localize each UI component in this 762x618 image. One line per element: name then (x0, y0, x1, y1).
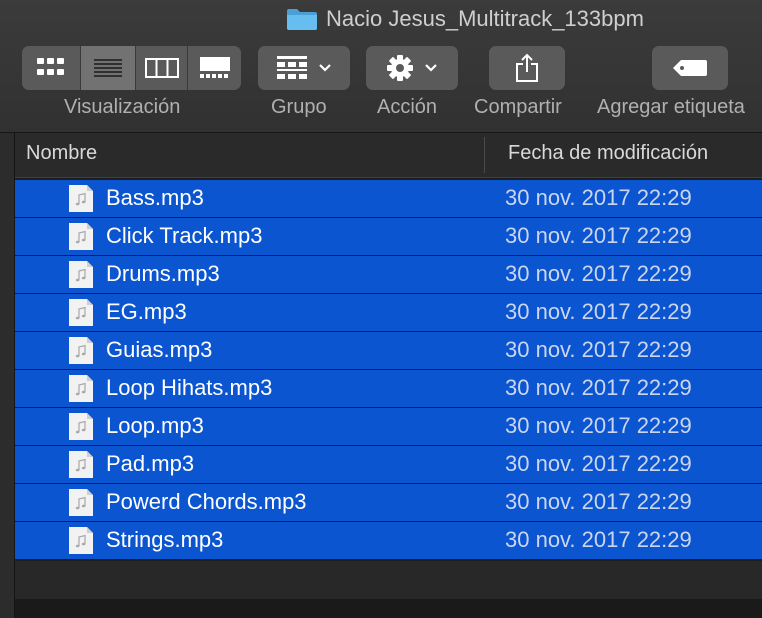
file-row[interactable]: Loop Hihats.mp3 30 nov. 2017 22:29 (15, 370, 762, 407)
tag-button[interactable] (652, 46, 728, 90)
icon-grid-icon (37, 58, 64, 75)
empty-row (15, 561, 762, 599)
sidebar-edge[interactable] (0, 133, 15, 618)
file-row[interactable]: EG.mp3 30 nov. 2017 22:29 (15, 294, 762, 331)
audio-file-icon (69, 375, 93, 402)
list-view-button[interactable] (80, 46, 135, 90)
file-name: Guias.mp3 (106, 337, 213, 362)
audio-file-icon (69, 299, 93, 326)
tag-icon (673, 60, 707, 76)
tag-label: Agregar etiqueta (597, 96, 745, 118)
chevron-down-icon (319, 64, 331, 72)
window-title: Nacio Jesus_Multitrack_133bpm (286, 4, 644, 34)
file-name: Loop.mp3 (106, 413, 204, 438)
audio-file-icon (69, 337, 93, 364)
group-label: Grupo (271, 96, 327, 118)
share-icon (516, 53, 538, 82)
action-button[interactable] (366, 46, 458, 90)
file-rows: Bass.mp3 30 nov. 2017 22:29 Click Track.mp… (15, 180, 762, 560)
audio-file-icon (69, 223, 93, 250)
share-button[interactable] (489, 46, 565, 90)
file-name: Powerd Chords.mp3 (106, 489, 307, 514)
file-name: Drums.mp3 (106, 261, 220, 286)
audio-file-icon (69, 413, 93, 440)
file-name: EG.mp3 (106, 299, 187, 324)
file-modified-date: 30 nov. 2017 22:29 (505, 223, 692, 248)
window-title-text: Nacio Jesus_Multitrack_133bpm (326, 6, 644, 31)
file-row[interactable]: Click Track.mp3 30 nov. 2017 22:29 (15, 218, 762, 255)
file-modified-date: 30 nov. 2017 22:29 (505, 261, 692, 286)
folder-icon (287, 9, 317, 30)
audio-file-icon (69, 527, 93, 554)
file-row[interactable]: Bass.mp3 30 nov. 2017 22:29 (15, 180, 762, 217)
gallery-icon (199, 57, 230, 78)
action-label: Acción (377, 96, 438, 118)
file-name: Loop Hihats.mp3 (106, 375, 273, 400)
file-row[interactable]: Loop.mp3 30 nov. 2017 22:29 (15, 408, 762, 445)
view-label: Visualización (64, 96, 181, 118)
file-name: Strings.mp3 (106, 527, 224, 552)
file-row[interactable]: Drums.mp3 30 nov. 2017 22:29 (15, 256, 762, 293)
file-modified-date: 30 nov. 2017 22:29 (505, 375, 692, 400)
chevron-down-icon (425, 64, 437, 72)
file-list: Nombre Fecha de modificación Bass.mp3 30 … (0, 133, 762, 618)
column-view-button[interactable] (135, 46, 187, 90)
file-modified-date: 30 nov. 2017 22:29 (505, 337, 692, 362)
gallery-view-button[interactable] (187, 46, 241, 90)
file-name: Pad.mp3 (106, 451, 195, 476)
icon-view-button[interactable] (22, 46, 80, 90)
file-modified-date: 30 nov. 2017 22:29 (505, 527, 692, 552)
gear-icon (387, 55, 413, 81)
audio-file-icon (69, 185, 93, 212)
file-name: Bass.mp3 (106, 185, 204, 210)
column-header-name[interactable]: Nombre (26, 142, 97, 165)
list-lines-icon (94, 59, 122, 77)
column-header-date[interactable]: Fecha de modificación (508, 142, 708, 165)
file-modified-date: 30 nov. 2017 22:29 (505, 299, 692, 324)
file-modified-date: 30 nov. 2017 22:29 (505, 185, 692, 210)
list-header: Nombre Fecha de modificación (15, 133, 762, 178)
status-strip (15, 599, 762, 618)
group-grid-icon (277, 56, 307, 79)
audio-file-icon (69, 489, 93, 516)
file-row[interactable]: Pad.mp3 30 nov. 2017 22:29 (15, 446, 762, 483)
column-divider[interactable] (484, 137, 485, 173)
file-modified-date: 30 nov. 2017 22:29 (505, 413, 692, 438)
file-row[interactable]: Strings.mp3 30 nov. 2017 22:29 (15, 522, 762, 559)
view-mode-control (22, 46, 241, 90)
audio-file-icon (69, 261, 93, 288)
file-row[interactable]: Guias.mp3 30 nov. 2017 22:29 (15, 332, 762, 369)
file-name: Click Track.mp3 (106, 223, 263, 248)
columns-icon (144, 58, 179, 78)
group-button[interactable] (258, 46, 350, 90)
file-modified-date: 30 nov. 2017 22:29 (505, 451, 692, 476)
share-label: Compartir (474, 96, 562, 118)
file-row[interactable]: Powerd Chords.mp3 30 nov. 2017 22:29 (15, 484, 762, 521)
file-modified-date: 30 nov. 2017 22:29 (505, 489, 692, 514)
toolbar: Nacio Jesus_Multitrack_133bpm Visualizac… (0, 0, 762, 133)
audio-file-icon (69, 451, 93, 478)
